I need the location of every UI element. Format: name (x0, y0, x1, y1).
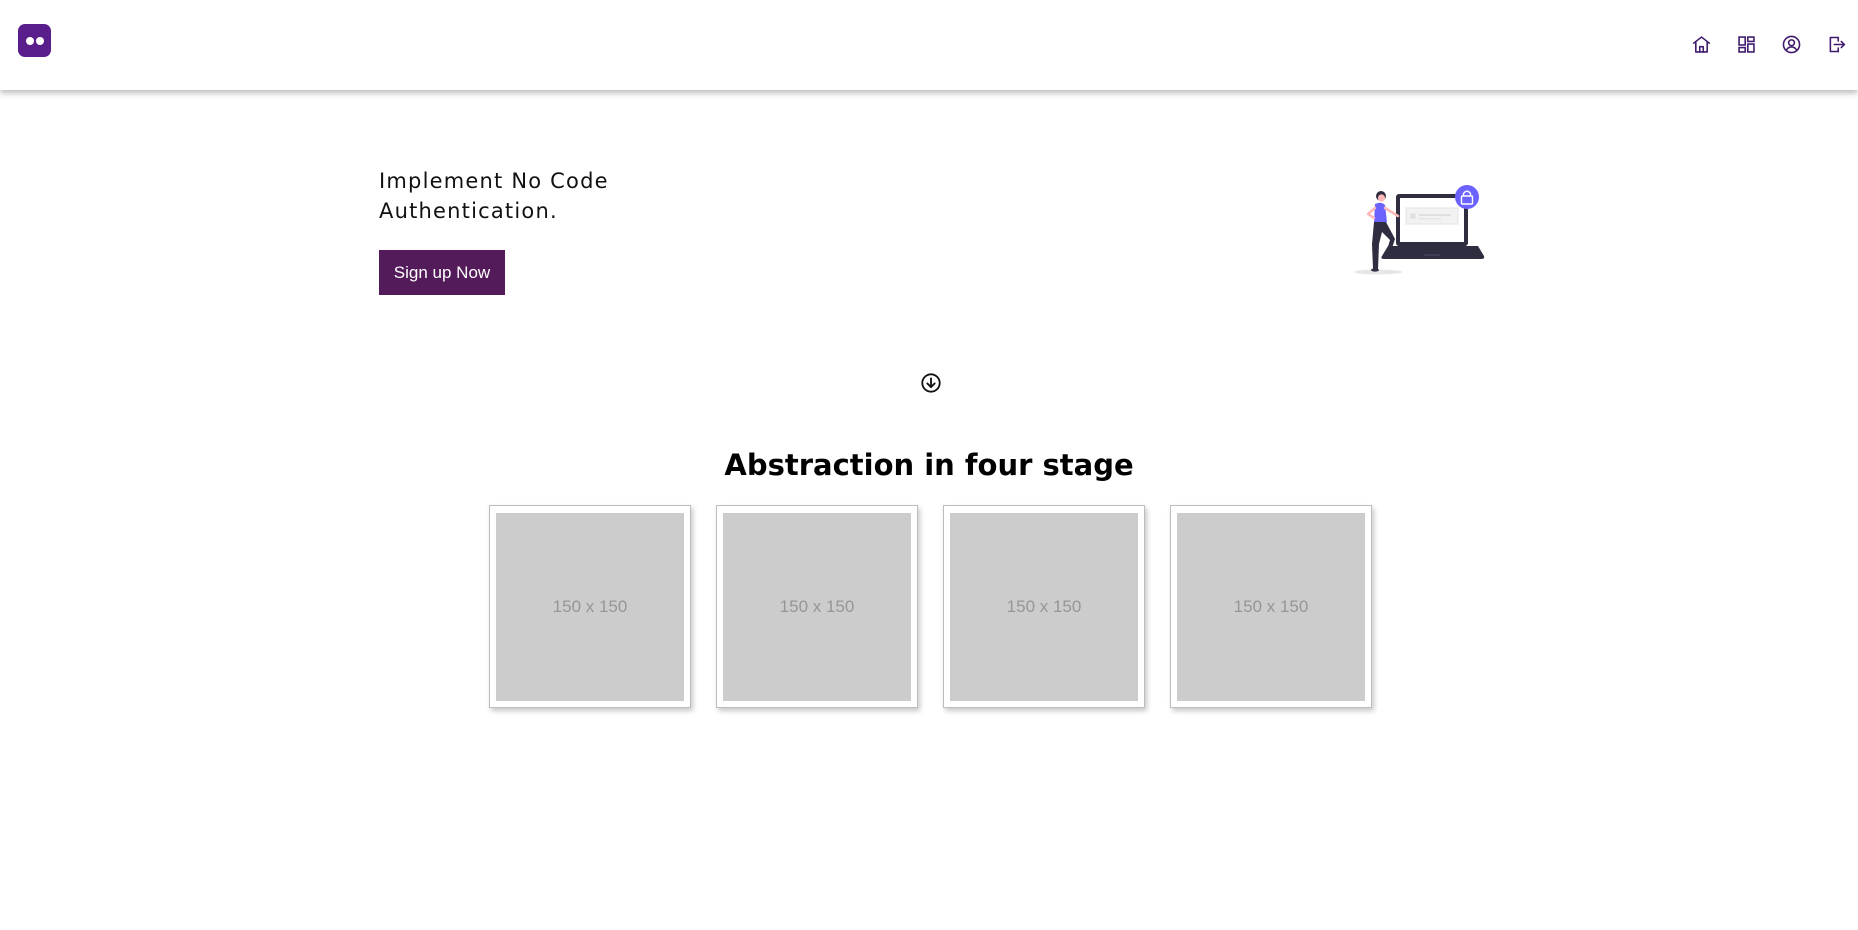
person-laptop-lock-illustration (1354, 185, 1485, 275)
profile-button[interactable] (1779, 32, 1803, 56)
logout-button[interactable] (1824, 32, 1848, 56)
stage-image-placeholder: 150 x 150 (496, 513, 684, 701)
hero-heading-line-1: Implement No Code (379, 169, 609, 193)
home-button[interactable] (1689, 32, 1713, 56)
stage-image-placeholder: 150 x 150 (1177, 513, 1365, 701)
dashboard-icon (1737, 35, 1755, 53)
robot-logo-icon[interactable] (18, 24, 51, 57)
logout-icon (1829, 36, 1845, 52)
stage-card: 150 x 150 (1170, 505, 1372, 708)
stage-card: 150 x 150 (943, 505, 1145, 708)
logo-eye-right (36, 37, 44, 45)
dashboard-button[interactable] (1734, 32, 1758, 56)
stage-card: 150 x 150 (489, 505, 691, 708)
home-icon (1692, 35, 1710, 53)
hero-heading-line-2: Authentication. (379, 199, 558, 223)
sign-up-button[interactable]: Sign up Now (379, 250, 505, 295)
stage-image-placeholder: 150 x 150 (723, 513, 911, 701)
stage-cards: 150 x 150 150 x 150 150 x 150 150 x 150 (489, 505, 1372, 708)
nav-icons (1689, 32, 1848, 56)
user-account-icon (1782, 35, 1800, 53)
arrow-down-circle-icon[interactable] (920, 372, 942, 394)
logo-eye-left (26, 37, 34, 45)
hero-heading: Implement No Code Authentication. (379, 166, 719, 226)
section-title: Abstraction in four stage (724, 448, 1134, 482)
stage-card: 150 x 150 (716, 505, 918, 708)
top-navbar (0, 0, 1858, 90)
stage-image-placeholder: 150 x 150 (950, 513, 1138, 701)
